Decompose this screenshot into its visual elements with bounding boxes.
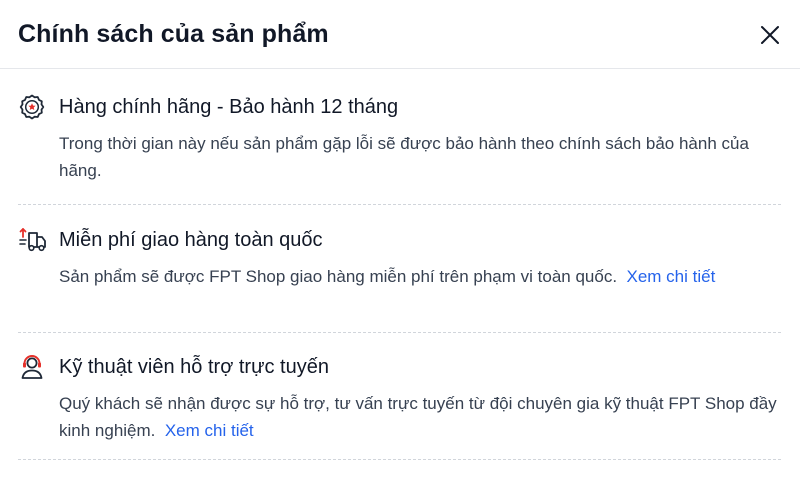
policy-title: Hàng chính hãng - Bảo hành 12 tháng <box>59 95 399 118</box>
policy-title: Kỹ thuật viên hỗ trợ trực tuyến <box>59 355 329 378</box>
see-details-link[interactable]: Xem chi tiết <box>165 421 254 440</box>
policy-description: Quý khách sẽ nhận được sự hỗ trợ, tư vấn… <box>59 390 779 444</box>
policy-description-text: Sản phẩm sẽ được FPT Shop giao hàng miễn… <box>59 267 618 286</box>
policy-head: Hàng chính hãng - Bảo hành 12 tháng <box>18 93 781 121</box>
policy-item-warranty: Hàng chính hãng - Bảo hành 12 tháng Tron… <box>18 69 781 205</box>
policy-item-free-shipping: Miễn phí giao hàng toàn quốc Sản phẩm sẽ… <box>18 205 781 333</box>
policy-list: Hàng chính hãng - Bảo hành 12 tháng Tron… <box>0 69 800 460</box>
policy-title: Miễn phí giao hàng toàn quốc <box>59 228 323 251</box>
policy-item-online-support: Kỹ thuật viên hỗ trợ trực tuyến Quý khác… <box>18 333 781 460</box>
close-icon <box>761 26 779 44</box>
see-details-link[interactable]: Xem chi tiết <box>627 267 716 286</box>
policy-description-text: Trong thời gian này nếu sản phẩm gặp lỗi… <box>59 134 749 180</box>
policy-head: Kỹ thuật viên hỗ trợ trực tuyến <box>18 353 781 381</box>
modal-title: Chính sách của sản phẩm <box>18 19 329 48</box>
policy-head: Miễn phí giao hàng toàn quốc <box>18 226 781 254</box>
policy-description: Sản phẩm sẽ được FPT Shop giao hàng miễn… <box>59 263 779 290</box>
badge-star-icon <box>18 93 48 121</box>
close-button[interactable] <box>756 21 784 49</box>
policy-description: Trong thời gian này nếu sản phẩm gặp lỗi… <box>59 130 779 184</box>
policy-modal: Chính sách của sản phẩm Hàng chính hãng … <box>0 0 800 492</box>
modal-header: Chính sách của sản phẩm <box>0 0 800 69</box>
delivery-truck-icon <box>18 226 48 254</box>
support-agent-icon <box>18 353 48 381</box>
